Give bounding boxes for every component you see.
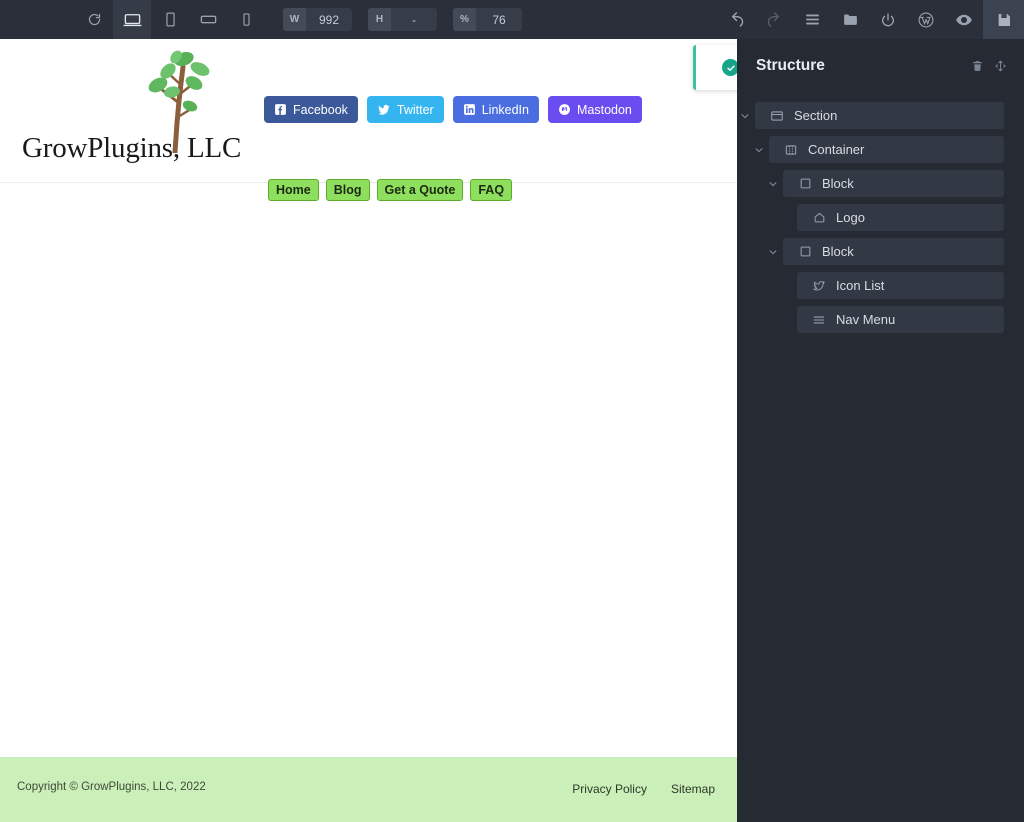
- chevron-down-icon[interactable]: [765, 170, 781, 197]
- footer-link-privacy-policy[interactable]: Privacy Policy: [572, 782, 647, 796]
- width-label: W: [283, 8, 306, 31]
- viewport-dimensions: W 992 H - % 76: [283, 8, 538, 31]
- width-field[interactable]: W 992: [283, 8, 352, 31]
- zoom-field[interactable]: % 76: [453, 8, 522, 31]
- footer-link-sitemap[interactable]: Sitemap: [671, 782, 715, 796]
- tree-item-icon-list[interactable]: Icon List: [797, 272, 1004, 299]
- folder-icon[interactable]: [831, 0, 869, 39]
- height-label: H: [368, 8, 391, 31]
- preview-canvas[interactable]: GrowPlugins, LLC Facebook Twitter: [0, 39, 737, 822]
- social-button-linkedin[interactable]: LinkedIn: [453, 96, 539, 123]
- site-logo[interactable]: GrowPlugins, LLC: [22, 51, 227, 171]
- panel-header-actions: [971, 59, 1007, 72]
- move-icon[interactable]: [994, 59, 1007, 72]
- chevron-down-icon[interactable]: [765, 238, 781, 265]
- social-button-label: Facebook: [293, 103, 348, 117]
- tablet-portrait-icon[interactable]: [151, 0, 189, 39]
- hamburger-menu-icon[interactable]: [793, 0, 831, 39]
- tree-item-label: Section: [794, 108, 837, 123]
- social-button-facebook[interactable]: Facebook: [264, 96, 358, 123]
- facebook-icon: [274, 103, 287, 116]
- power-icon[interactable]: [869, 0, 907, 39]
- width-value: 992: [306, 8, 352, 31]
- site-content-area[interactable]: [0, 183, 737, 737]
- logo-home-icon: [811, 211, 827, 224]
- wordpress-icon[interactable]: [907, 0, 945, 39]
- toolbar-left-group: W 992 H - % 76: [0, 0, 538, 39]
- social-button-twitter[interactable]: Twitter: [367, 96, 444, 123]
- panel-title: Structure: [756, 57, 825, 75]
- nav-menu-icon: [811, 313, 827, 327]
- tree-item-label: Block: [822, 244, 854, 259]
- logo-text: GrowPlugins, LLC: [22, 132, 241, 165]
- tree-item-label: Logo: [836, 210, 865, 225]
- footer-copyright: Copyright © GrowPlugins, LLC, 2022: [17, 781, 206, 793]
- structure-panel-header: Structure: [737, 39, 1024, 92]
- chevron-down-icon[interactable]: [737, 102, 753, 129]
- nav-item-get-a-quote[interactable]: Get a Quote: [377, 179, 464, 201]
- tree-item-label: Block: [822, 176, 854, 191]
- chevron-down-icon[interactable]: [751, 136, 767, 163]
- tree-item-label: Icon List: [836, 278, 884, 293]
- save-icon[interactable]: [983, 0, 1024, 39]
- tablet-landscape-icon[interactable]: [189, 0, 227, 39]
- top-toolbar: W 992 H - % 76: [0, 0, 1024, 39]
- block-icon: [797, 177, 813, 190]
- nav-item-faq[interactable]: FAQ: [470, 179, 512, 201]
- zoom-label: %: [453, 8, 476, 31]
- footer-links: Privacy Policy Sitemap: [572, 782, 715, 796]
- icon-list-icon: [811, 279, 827, 293]
- zoom-value: 76: [476, 8, 522, 31]
- social-button-mastodon[interactable]: Mastodon: [548, 96, 642, 123]
- site-footer: Copyright © GrowPlugins, LLC, 2022 Priva…: [0, 757, 737, 822]
- tree-item-container[interactable]: Container: [769, 136, 1004, 163]
- redo-icon[interactable]: [755, 0, 793, 39]
- twitter-icon: [377, 103, 391, 117]
- section-icon: [769, 109, 785, 123]
- site-header: GrowPlugins, LLC Facebook Twitter: [0, 39, 737, 183]
- tree-item-block-1[interactable]: Block: [783, 170, 1004, 197]
- undo-icon[interactable]: [717, 0, 755, 39]
- nav-item-home[interactable]: Home: [268, 179, 319, 201]
- height-value: -: [391, 8, 437, 31]
- social-icon-list: Facebook Twitter: [264, 96, 642, 123]
- reload-icon[interactable]: [75, 0, 113, 39]
- tree-item-section[interactable]: Section: [755, 102, 1004, 129]
- desktop-icon[interactable]: [113, 0, 151, 39]
- block-icon: [797, 245, 813, 258]
- eye-preview-icon[interactable]: [945, 0, 983, 39]
- tree-item-logo[interactable]: Logo: [797, 204, 1004, 231]
- mobile-icon[interactable]: [227, 0, 265, 39]
- linkedin-icon: [463, 103, 476, 116]
- height-field[interactable]: H -: [368, 8, 437, 31]
- trash-icon[interactable]: [971, 59, 984, 72]
- social-button-label: LinkedIn: [482, 103, 529, 117]
- container-icon: [783, 143, 799, 157]
- toolbar-right-group: [717, 0, 1024, 39]
- nav-menu: Home Blog Get a Quote FAQ: [268, 179, 512, 201]
- tree-item-label: Container: [808, 142, 864, 157]
- mastodon-icon: [558, 103, 571, 116]
- social-button-label: Mastodon: [577, 103, 632, 117]
- nav-item-blog[interactable]: Blog: [326, 179, 370, 201]
- structure-tree: Section Container Block: [737, 92, 1024, 333]
- tree-item-nav-menu[interactable]: Nav Menu: [797, 306, 1004, 333]
- tree-item-block-2[interactable]: Block: [783, 238, 1004, 265]
- structure-panel: Structure: [737, 39, 1024, 822]
- social-button-label: Twitter: [397, 103, 434, 117]
- tree-item-label: Nav Menu: [836, 312, 895, 327]
